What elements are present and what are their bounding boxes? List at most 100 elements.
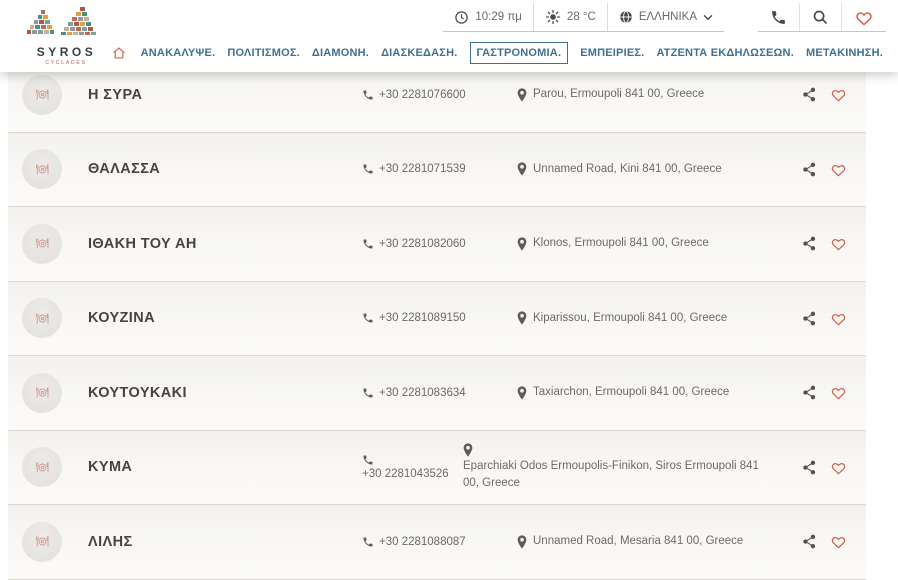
- nav-item-entertainment[interactable]: ΔΙΑΣΚΕΔΑΣΗ.: [381, 47, 457, 59]
- share-icon: [802, 460, 817, 475]
- location-pin-icon: [517, 237, 527, 251]
- address-text: Taxiarchon, Ermoupoli 841 00, Greece: [533, 384, 729, 401]
- language-selector[interactable]: ΕΛΛΗΝΙΚΑ: [607, 3, 724, 31]
- weather: 28 °C: [533, 3, 607, 31]
- favorite-button[interactable]: [830, 236, 847, 251]
- nav-item-events-agenda[interactable]: ΑΤΖΕΝΤΑ ΕΚΔΗΛΩΣΕΩΝ.: [656, 47, 794, 59]
- restaurant-row[interactable]: ΙΘΑΚΗ ΤΟΥ ΑΗ +30 2281082060 Klonos, Ermo…: [8, 207, 866, 282]
- restaurant-name[interactable]: ΚΥΜΑ: [62, 459, 362, 475]
- nav-item-accommodation[interactable]: ΔΙΑΜΟΝΗ.: [312, 47, 369, 59]
- restaurant-name[interactable]: ΙΘΑΚΗ ΤΟΥ ΑΗ: [62, 236, 362, 252]
- restaurant-name[interactable]: ΘΑΛΑΣΣΑ: [62, 161, 362, 177]
- restaurant-phone[interactable]: +30 2281083634: [362, 387, 517, 399]
- phone-icon: [362, 387, 374, 399]
- restaurant-row[interactable]: ΛΙΛΗΣ +30 2281088087 Unnamed Road, Mesar…: [8, 505, 866, 580]
- restaurant-address[interactable]: Unnamed Road, Mesaria 841 00, Greece: [517, 533, 802, 550]
- clock-icon: [454, 10, 469, 25]
- address-text: Unnamed Road, Mesaria 841 00, Greece: [533, 533, 743, 550]
- restaurant-address[interactable]: Kiparissou, Ermoupoli 841 00, Greece: [517, 310, 802, 327]
- location-pin-icon: [463, 443, 473, 457]
- favorite-button[interactable]: [830, 311, 847, 326]
- action-group: [758, 3, 886, 32]
- restaurant-name[interactable]: Η ΣΥΡΑ: [62, 87, 362, 103]
- nav-item-experiences[interactable]: ΕΜΠΕΙΡΙΕΣ.: [580, 47, 644, 59]
- favorite-button[interactable]: [830, 162, 847, 177]
- share-button[interactable]: [802, 534, 817, 549]
- restaurant-phone[interactable]: +30 2281043526: [362, 454, 463, 480]
- heart-icon: [830, 236, 847, 251]
- share-button[interactable]: [802, 385, 817, 400]
- phone-number: +30 2281043526: [362, 468, 449, 480]
- share-icon: [802, 385, 817, 400]
- restaurant-address[interactable]: Taxiarchon, Ermoupoli 841 00, Greece: [517, 384, 802, 401]
- phone-number: +30 2281089150: [379, 312, 466, 324]
- restaurant-row[interactable]: ΘΑΛΑΣΣΑ +30 2281071539 Unnamed Road, Kin…: [8, 133, 866, 208]
- restaurant-cutlery-icon: [35, 164, 50, 175]
- share-icon: [802, 87, 817, 102]
- search-icon: [812, 9, 829, 26]
- address-text: Unnamed Road, Kini 841 00, Greece: [533, 161, 722, 178]
- restaurant-row[interactable]: ΚΥΜΑ +30 2281043526 Eparchiaki Odos Ermo…: [8, 431, 866, 506]
- row-actions: [802, 162, 866, 177]
- logo-houses-illustration: [27, 5, 103, 39]
- heart-icon: [830, 162, 847, 177]
- row-actions: [802, 87, 866, 102]
- restaurant-phone[interactable]: +30 2281076600: [362, 89, 517, 101]
- share-button[interactable]: [802, 236, 817, 251]
- search-button[interactable]: [799, 3, 841, 31]
- address-text: Parou, Ermoupoli 841 00, Greece: [533, 86, 704, 103]
- location-pin-icon: [517, 162, 527, 176]
- utility-bar: 10:29 πμ 28 °C ΕΛΛΗΝΙΚΑ: [443, 3, 886, 32]
- nav-home[interactable]: [112, 46, 126, 60]
- share-icon: [802, 311, 817, 326]
- restaurant-address[interactable]: Eparchiaki Odos Ermoupolis-Finikon, Siro…: [463, 443, 802, 491]
- restaurant-avatar: [22, 373, 62, 413]
- nav-item-culture[interactable]: ΠΟΛΙΤΙΣΜΟΣ.: [227, 47, 300, 59]
- share-button[interactable]: [802, 311, 817, 326]
- restaurant-phone[interactable]: +30 2281089150: [362, 312, 517, 324]
- restaurant-row[interactable]: ΚΟΥΤΟΥΚΑΚΙ +30 2281083634 Taxiarchon, Er…: [8, 356, 866, 431]
- restaurant-address[interactable]: Unnamed Road, Kini 841 00, Greece: [517, 161, 802, 178]
- phone-contact-button[interactable]: [758, 3, 799, 31]
- favorite-button[interactable]: [830, 534, 847, 549]
- phone-icon: [362, 163, 374, 175]
- restaurant-row[interactable]: ΚΟΥΖΙΝΑ +30 2281089150 Kiparissou, Ermou…: [8, 282, 866, 357]
- restaurant-phone[interactable]: +30 2281088087: [362, 536, 517, 548]
- nav-item-gastronomy[interactable]: ΓΑΣΤΡΟΝΟΜΙΑ.: [470, 42, 569, 64]
- favorite-button[interactable]: [830, 385, 847, 400]
- nav-item-transport[interactable]: ΜΕΤΑΚΙΝΗΣΗ.: [806, 47, 883, 59]
- main-nav: ΑΝΑΚΑΛΥΨΕ. ΠΟΛΙΤΙΣΜΟΣ. ΔΙΑΜΟΝΗ. ΔΙΑΣΚΕΔΑ…: [112, 42, 883, 64]
- nav-item-discover[interactable]: ΑΝΑΚΑΛΥΨΕ.: [141, 47, 216, 59]
- restaurant-name[interactable]: ΚΟΥΖΙΝΑ: [62, 310, 362, 326]
- phone-icon: [362, 536, 374, 548]
- restaurant-phone[interactable]: +30 2281071539: [362, 163, 517, 175]
- phone-number: +30 2281082060: [379, 238, 466, 250]
- restaurant-cutlery-icon: [35, 536, 50, 547]
- share-button[interactable]: [802, 162, 817, 177]
- logo-title: SYROS: [18, 45, 112, 59]
- row-actions: [802, 385, 866, 400]
- heart-icon: [830, 87, 847, 102]
- favorites-button[interactable]: [841, 3, 886, 31]
- restaurant-address[interactable]: Parou, Ermoupoli 841 00, Greece: [517, 86, 802, 103]
- share-button[interactable]: [802, 87, 817, 102]
- location-pin-icon: [517, 535, 527, 549]
- restaurant-name[interactable]: ΚΟΥΤΟΥΚΑΚΙ: [62, 385, 362, 401]
- restaurant-address[interactable]: Klonos, Ermoupoli 841 00, Greece: [517, 235, 802, 252]
- share-icon: [802, 162, 817, 177]
- row-actions: [802, 311, 866, 326]
- site-logo[interactable]: SYROS CYCLADES: [18, 5, 112, 66]
- phone-icon: [362, 454, 374, 466]
- restaurant-cutlery-icon: [35, 89, 50, 100]
- restaurant-avatar: [22, 298, 62, 338]
- restaurant-phone[interactable]: +30 2281082060: [362, 238, 517, 250]
- restaurant-cutlery-icon: [35, 313, 50, 324]
- site-header: SYROS CYCLADES 10:29 πμ 28 °C: [0, 0, 898, 72]
- favorite-button[interactable]: [830, 460, 847, 475]
- favorite-button[interactable]: [830, 87, 847, 102]
- restaurant-name[interactable]: ΛΙΛΗΣ: [62, 534, 362, 550]
- share-button[interactable]: [802, 460, 817, 475]
- phone-number: +30 2281083634: [379, 387, 466, 399]
- restaurant-avatar: [22, 75, 62, 115]
- heart-icon: [830, 534, 847, 549]
